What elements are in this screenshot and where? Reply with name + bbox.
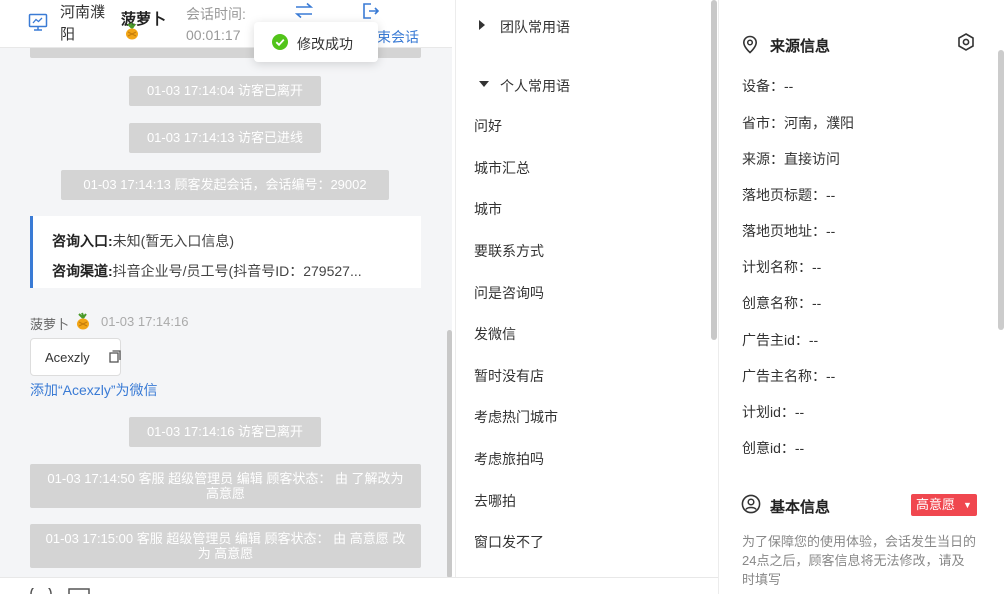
phrase-item[interactable]: 去哪拍 xyxy=(474,491,516,511)
info-landing-title: 落地页标题：-- xyxy=(742,187,836,203)
consult-entry: 咨询入口:未知(暂无入口信息) xyxy=(52,233,234,249)
system-event: 01-03 17:14:50 客服 超级管理员 编辑 顾客状态： 由 了解改为 … xyxy=(30,464,421,508)
phrase-item[interactable]: 暂时没有店 xyxy=(474,366,544,386)
quick-phrases-panel: 团队常用语 个人常用语 问好 城市汇总 城市 要联系方式 问是咨询吗 发微信 暂… xyxy=(455,0,717,577)
info-province-city: 省市：河南，濮阳 xyxy=(742,115,854,131)
pineapple-emoji-icon xyxy=(77,312,89,330)
system-event: 01-03 17:14:04 访客已离开 xyxy=(129,76,321,106)
info-scrollbar[interactable] xyxy=(998,50,1004,330)
transfer-icon[interactable] xyxy=(294,2,314,20)
info-source: 来源：直接访问 xyxy=(742,151,840,167)
phrase-item[interactable]: 问好 xyxy=(474,116,502,136)
system-event: 01-03 17:14:13 顾客发起会话，会话编号：29002 xyxy=(61,170,389,200)
consult-info-card: 咨询入口:未知(暂无入口信息) 咨询渠道:抖音企业号/员工号(抖音号ID：279… xyxy=(30,216,421,288)
edit-notice: 为了保障您的使用体验，会话发生当日的24点之后，顾客信息将无法修改，请及时填写 xyxy=(742,534,977,587)
success-check-icon xyxy=(272,34,288,50)
emoji-icon[interactable] xyxy=(30,588,52,594)
monitor-icon xyxy=(28,13,48,31)
intent-status-dropdown[interactable]: 高意愿 ▼ xyxy=(911,494,977,516)
message-bubble: Acexzly xyxy=(30,338,121,376)
info-plan-name: 计划名称：-- xyxy=(742,259,822,275)
caret-down-icon: ▼ xyxy=(963,500,972,510)
exit-icon[interactable] xyxy=(362,2,380,20)
chat-scrollbar[interactable] xyxy=(447,330,452,578)
pineapple-emoji-icon xyxy=(126,22,138,40)
chat-header: 河南濮阳 菠萝卜 会话时间: 00:01:17 束会话 xyxy=(0,0,452,48)
user-circle-icon xyxy=(741,494,761,514)
session-time-label: 会话时间: xyxy=(186,6,246,22)
phrase-group-personal[interactable]: 个人常用语 xyxy=(500,76,570,96)
phrases-scrollbar[interactable] xyxy=(711,0,717,340)
phrase-item[interactable]: 考虑旅拍吗 xyxy=(474,449,544,469)
phrase-item[interactable]: 城市汇总 xyxy=(474,158,530,178)
visitor-info-panel: 来源信息 设备：-- 省市：河南，濮阳 来源：直接访问 落地页标题：-- 落地页… xyxy=(718,0,1006,594)
consult-channel: 咨询渠道:抖音企业号/员工号(抖音号ID：279527... xyxy=(52,263,362,279)
phrase-item[interactable]: 要联系方式 xyxy=(474,241,544,261)
phrase-item[interactable]: 发微信 xyxy=(474,324,516,344)
system-event: 01-03 17:14:16 访客已离开 xyxy=(129,417,321,447)
visitor-location: 河南濮阳 xyxy=(60,4,106,43)
end-session-button[interactable]: 束会话 xyxy=(377,27,419,47)
phrase-item[interactable]: 窗口发不了 xyxy=(474,532,544,552)
location-pin-icon xyxy=(742,35,758,54)
image-icon[interactable] xyxy=(68,588,90,594)
source-info-title: 来源信息 xyxy=(770,38,831,55)
info-plan-id: 计划id：-- xyxy=(742,404,805,420)
caret-right-icon[interactable] xyxy=(478,19,486,31)
phrase-group-team[interactable]: 团队常用语 xyxy=(500,17,570,37)
toast-message: 修改成功 xyxy=(297,36,353,52)
phrase-item[interactable]: 问是咨询吗 xyxy=(474,283,544,303)
info-creative-id: 创意id：-- xyxy=(742,440,805,456)
basic-info-title: 基本信息 xyxy=(770,499,831,516)
message-time: 01-03 17:14:16 xyxy=(101,314,189,329)
caret-down-icon[interactable] xyxy=(478,80,490,88)
info-device: 设备：-- xyxy=(742,78,794,94)
chat-input-toolbar xyxy=(0,577,718,594)
add-wechat-link[interactable]: 添加“Acexzly”为微信 xyxy=(30,380,158,400)
copy-icon[interactable] xyxy=(109,350,121,363)
message-sender: 菠萝卜 xyxy=(30,317,70,332)
session-time-value: 00:01:17 xyxy=(186,27,241,43)
message-text: Acexzly xyxy=(45,350,90,365)
info-advertiser-name: 广告主名称：-- xyxy=(742,368,836,384)
system-event: 01-03 17:15:00 客服 超级管理员 编辑 顾客状态： 由 高意愿 改… xyxy=(30,524,421,568)
info-landing-url: 落地页地址：-- xyxy=(742,223,836,239)
chat-panel: 01-03 17:14:04 访客已离开 01-03 17:14:13 访客已进… xyxy=(0,0,452,594)
phrase-item[interactable]: 城市 xyxy=(474,199,502,219)
system-event: 01-03 17:14:13 访客已进线 xyxy=(129,123,321,153)
info-creative-name: 创意名称：-- xyxy=(742,295,822,311)
success-toast: 修改成功 xyxy=(254,22,378,62)
info-advertiser-id: 广告主id：-- xyxy=(742,332,819,348)
settings-icon[interactable] xyxy=(957,33,975,51)
phrase-item[interactable]: 考虑热门城市 xyxy=(474,407,558,427)
